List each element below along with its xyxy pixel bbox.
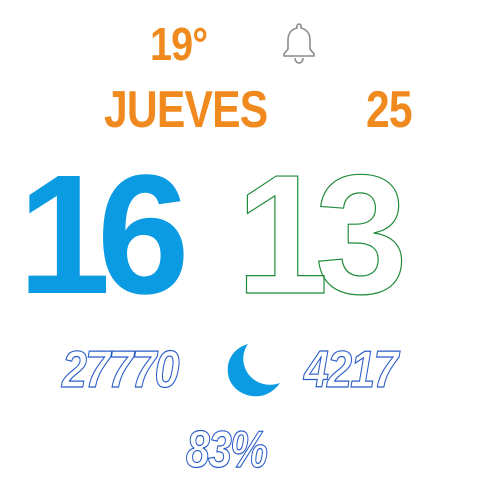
day-of-month-label: 25	[366, 81, 413, 139]
distance-value: 4217	[303, 340, 398, 399]
temperature-label: 19°	[150, 18, 208, 70]
time-hours: 16	[18, 140, 190, 330]
bell-icon	[281, 18, 317, 68]
steps-count: 27770	[61, 340, 180, 399]
battery-percentage: 83%	[186, 420, 269, 479]
day-of-week-label: JUEVES	[104, 81, 268, 139]
crescent-moon-icon	[222, 340, 284, 400]
time-minutes: 13	[235, 140, 408, 330]
